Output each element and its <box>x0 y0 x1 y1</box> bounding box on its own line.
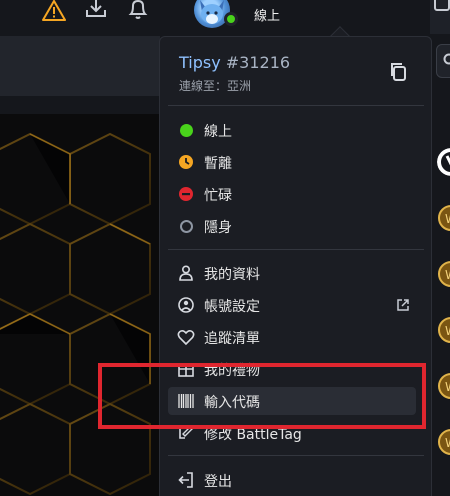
account-settings-item[interactable]: 帳號設定 <box>168 291 416 319</box>
status-away-label: 暫離 <box>204 156 232 172</box>
current-status-label: 線上 <box>254 9 281 24</box>
search-icon <box>443 53 450 65</box>
svg-text:W: W <box>445 324 450 338</box>
my-profile-item[interactable]: 我的資料 <box>168 259 416 287</box>
person-icon <box>179 265 193 281</box>
divider <box>168 455 424 456</box>
svg-text:W: W <box>445 380 450 394</box>
logout-icon <box>178 472 193 488</box>
hero-banner[interactable] <box>0 114 160 496</box>
clock-icon <box>179 155 193 169</box>
download-icon[interactable] <box>84 0 108 22</box>
copy-icon[interactable] <box>389 61 409 83</box>
status-away-option[interactable]: 暫離 <box>168 148 416 176</box>
online-status-dot <box>224 12 238 26</box>
wishlist-item[interactable]: 追蹤清單 <box>168 323 416 351</box>
do-not-disturb-icon <box>179 187 193 201</box>
content-header-band <box>0 36 160 96</box>
invisible-ring-icon <box>180 220 193 233</box>
account-settings-label: 帳號設定 <box>204 299 260 315</box>
online-dot-icon <box>180 124 193 137</box>
heart-icon <box>177 329 195 346</box>
svg-text:W: W <box>445 212 450 226</box>
my-profile-label: 我的資料 <box>204 267 260 283</box>
username: Tipsy #31216 <box>179 53 290 72</box>
top-bar: 線上 <box>0 0 450 34</box>
svg-text:W: W <box>445 436 450 450</box>
status-invisible-option[interactable]: 隱身 <box>168 212 416 240</box>
logout-item[interactable]: 登出 <box>168 466 416 494</box>
status-busy-option[interactable]: 忙碌 <box>168 180 416 208</box>
divider <box>168 105 424 106</box>
profile-button[interactable] <box>192 0 244 34</box>
status-busy-label: 忙碌 <box>204 188 232 204</box>
status-online-label: 線上 <box>204 124 232 140</box>
warning-icon[interactable] <box>42 0 66 22</box>
friends-button[interactable] <box>430 0 450 34</box>
status-invisible-label: 隱身 <box>204 220 232 236</box>
wishlist-label: 追蹤清單 <box>204 331 260 347</box>
divider <box>168 249 424 250</box>
search-button[interactable] <box>436 44 450 78</box>
bell-icon[interactable] <box>126 0 150 22</box>
logout-label: 登出 <box>204 474 232 490</box>
hex-pattern-graphic <box>0 132 151 496</box>
region-label: 連線至：亞洲 <box>179 79 252 93</box>
username-name: Tipsy <box>179 53 221 72</box>
svg-text:W: W <box>445 268 450 282</box>
account-settings-icon <box>178 297 194 313</box>
friends-icon <box>434 0 450 11</box>
highlight-annotation-box <box>98 363 426 429</box>
status-online-option[interactable]: 線上 <box>168 116 416 144</box>
external-link-icon <box>397 299 409 311</box>
battletag-number: #31216 <box>220 53 291 72</box>
